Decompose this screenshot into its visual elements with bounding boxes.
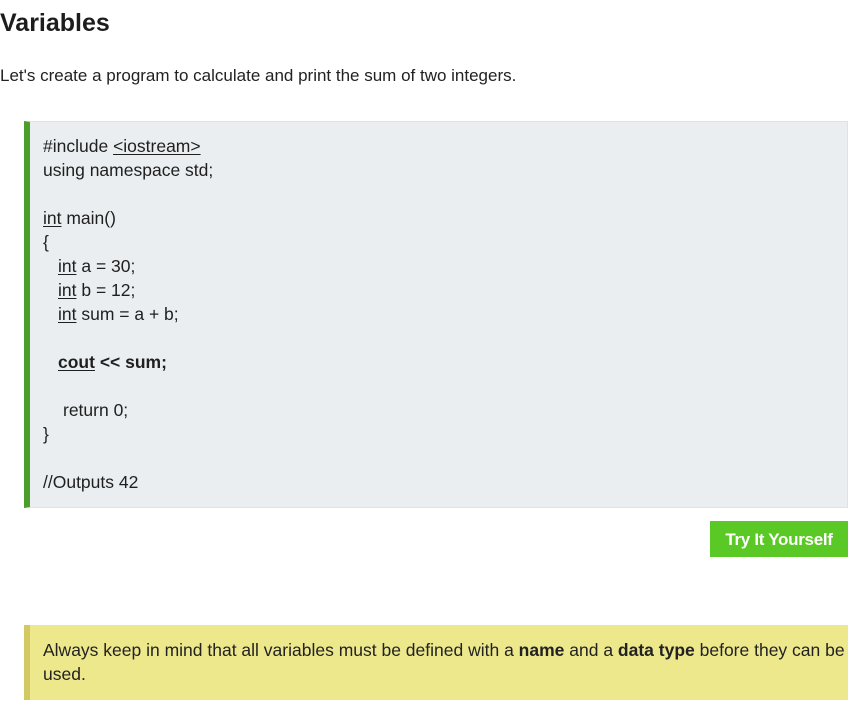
main-signature: main() [61,208,116,228]
note-bold-data-type: data type [617,640,695,660]
intro-text: Let's create a program to calculate and … [0,66,517,85]
cout-rest-text: << sum; [94,352,167,372]
lesson-page: Variables Let's create a program to calc… [0,0,857,712]
code-line-open-brace: { [43,232,49,252]
note-callout: Always keep in mind that all variables m… [24,625,848,700]
decl-sum-text: sum = a + b; [76,304,179,324]
code-line-return: return 0; [63,400,129,420]
code-line-comment: //Outputs 42 [43,472,139,492]
int-keyword-link[interactable]: int [58,280,76,300]
note-text-part2: and a [564,640,618,660]
page-title: Variables [0,9,110,37]
code-line-decl-b: int b = 12; [43,278,213,302]
decl-b-text: b = 12; [76,280,136,300]
code-line-using: using namespace std; [43,160,214,180]
int-keyword-link[interactable]: int [43,208,61,228]
decl-a-text: a = 30; [76,256,136,276]
code-line-cout: cout << sum; [43,350,213,374]
code-line-decl-a: int a = 30; [43,254,213,278]
code-block: #include <iostream> using namespace std;… [24,121,848,508]
iostream-link[interactable]: <iostream> [113,136,201,156]
try-it-yourself-button[interactable]: Try It Yourself [710,521,848,557]
code-lines: #include <iostream> using namespace std;… [43,134,213,494]
int-keyword-link[interactable]: int [58,304,76,324]
int-keyword-link[interactable]: int [58,256,76,276]
include-directive: #include [43,136,114,156]
code-line-decl-sum: int sum = a + b; [43,302,213,326]
note-text-part1: Always keep in mind that all variables m… [43,640,519,660]
cout-keyword-link[interactable]: cout [58,352,95,372]
code-line-include: #include <iostream> [43,134,213,158]
code-line-main: int main() [43,206,213,230]
note-bold-name: name [518,640,565,660]
code-line-close-brace: } [43,424,49,444]
